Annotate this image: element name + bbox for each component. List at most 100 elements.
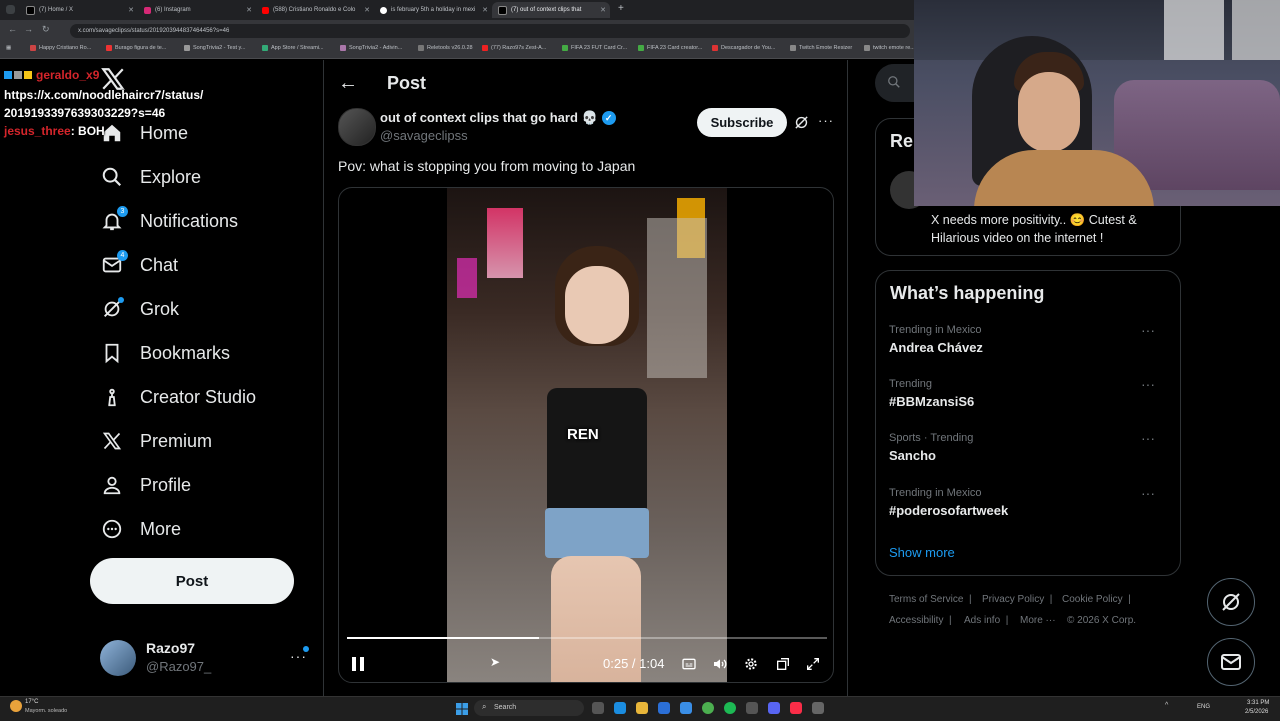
nav-notifications[interactable]: 3 Notifications — [100, 206, 238, 236]
bookmark-item[interactable]: FIFA 23 FUT Card Cr... — [562, 45, 627, 51]
nav-bookmarks[interactable]: Bookmarks — [100, 338, 230, 368]
pause-icon[interactable] — [351, 656, 365, 677]
browser-tab[interactable]: (6) Instagram ✕ — [138, 2, 256, 18]
chat-message: 2019193397639303229?s=46 — [4, 106, 166, 120]
bookmark-item[interactable]: Twitch Emote Resizer — [790, 45, 852, 51]
nav-premium[interactable]: Premium — [100, 426, 212, 456]
browser-tab-active[interactable]: (7) out of context clips that ✕ — [492, 2, 610, 18]
footer-link[interactable]: Terms of Service | — [889, 594, 972, 605]
close-tab-icon[interactable]: ✕ — [482, 6, 488, 14]
close-tab-icon[interactable]: ✕ — [600, 6, 606, 14]
grok-icon — [100, 297, 124, 321]
reload-icon[interactable]: ↻ — [42, 24, 50, 35]
windows-start-icon[interactable] — [456, 702, 468, 720]
nav-grok[interactable]: Grok — [100, 294, 179, 324]
spotify-icon[interactable] — [724, 702, 736, 714]
trend-more-icon[interactable]: ··· — [1141, 485, 1155, 501]
trend-more-icon[interactable]: ··· — [1141, 322, 1155, 338]
bookmark-item[interactable]: SongTrivia2 - Adivin... — [340, 45, 402, 51]
post-more-icon[interactable]: ··· — [818, 113, 834, 128]
footer-more-link[interactable]: More ··· — [1020, 615, 1056, 626]
trend-more-icon[interactable]: ··· — [1141, 376, 1155, 392]
taskbar-search-input[interactable]: Search — [474, 700, 584, 716]
bookmark-item[interactable]: twitch emote re... — [864, 45, 915, 51]
messages-fab-button[interactable] — [1207, 638, 1255, 686]
clock-date[interactable]: 2/5/2026 — [1245, 709, 1268, 715]
new-tab-button[interactable]: + — [618, 3, 624, 14]
nav-explore[interactable]: Explore — [100, 162, 201, 192]
trend-item[interactable]: Trending in Mexico Andrea Chávez ··· — [889, 322, 1169, 355]
avatar[interactable] — [100, 640, 136, 676]
nav-creator-studio[interactable]: Creator Studio — [100, 382, 256, 412]
footer-link[interactable]: Accessibility | — [889, 615, 952, 626]
trend-item[interactable]: Trending in Mexico #poderosofartweek ··· — [889, 485, 1169, 518]
stream-chat-overlay: geraldo_x9 https://x.com/noodlehaircr7/s… — [4, 68, 203, 138]
nav-more[interactable]: More — [100, 514, 181, 544]
back-icon[interactable]: ← — [8, 24, 17, 34]
author-avatar[interactable] — [338, 108, 376, 146]
show-more-link[interactable]: Show more — [889, 545, 955, 560]
video-progress-track[interactable] — [347, 637, 827, 639]
grok-icon[interactable] — [793, 114, 810, 136]
footer-link[interactable]: Privacy Policy | — [982, 594, 1052, 605]
grok-fab-button[interactable] — [1207, 578, 1255, 626]
chat-badge-icon — [14, 71, 22, 79]
chat-badge-icon — [4, 71, 12, 79]
close-tab-icon[interactable]: ✕ — [246, 6, 252, 14]
video-player[interactable]: REN 0:25 / 1:04 — [338, 187, 834, 683]
footer-link[interactable]: Cookie Policy | — [1062, 594, 1131, 605]
apps-icon[interactable]: ▦ — [6, 45, 11, 51]
task-view-icon[interactable] — [592, 702, 604, 714]
grok-icon — [1222, 593, 1240, 611]
tab-search-icon[interactable] — [6, 5, 15, 14]
bookmark-item[interactable]: Burago figura de te... — [106, 45, 166, 51]
obs-icon[interactable] — [746, 702, 758, 714]
tray-chevron-icon[interactable]: ^ — [1165, 702, 1168, 709]
bookmark-item[interactable]: App Store / Streami... — [262, 45, 324, 51]
fullscreen-icon[interactable] — [805, 656, 821, 677]
footer-link[interactable]: Ads info | — [964, 615, 1008, 626]
trend-more-icon[interactable]: ··· — [1141, 430, 1155, 446]
browser-tab[interactable]: (588) Cristiano Ronaldo e Colo ✕ — [256, 2, 374, 18]
browser-tab[interactable]: is february 5th a holiday in mexi ✕ — [374, 2, 492, 18]
bookmark-item[interactable]: Happy Cristiano Ro... — [30, 45, 91, 51]
author-name: out of context clips that go hard 💀 — [380, 110, 598, 125]
close-tab-icon[interactable]: ✕ — [364, 6, 370, 14]
more-circle-icon — [100, 517, 124, 541]
music-app-icon[interactable] — [790, 702, 802, 714]
author-name-row[interactable]: out of context clips that go hard 💀 ✓ — [380, 110, 616, 126]
clock-time[interactable]: 3:31 PM — [1247, 700, 1269, 706]
file-explorer-icon[interactable] — [636, 702, 648, 714]
weather-temp: 17°C — [25, 699, 39, 705]
mail-app-icon[interactable] — [680, 702, 692, 714]
forward-icon[interactable]: → — [24, 24, 33, 34]
pip-icon[interactable] — [775, 656, 791, 677]
nav-profile[interactable]: Profile — [100, 470, 191, 500]
url-input[interactable]: x.com/savageclipss/status/20192039448374… — [70, 24, 910, 38]
post-button[interactable]: Post — [90, 558, 294, 604]
close-tab-icon[interactable]: ✕ — [128, 6, 134, 14]
nav-chat[interactable]: 4 Chat — [100, 250, 178, 280]
bookmark-item[interactable]: (77) Razo97s Zest-A... — [482, 45, 546, 51]
back-arrow-icon[interactable]: ← — [338, 72, 358, 95]
x-logo-icon — [100, 429, 124, 453]
bookmark-item[interactable]: Descargador de You... — [712, 45, 775, 51]
volume-icon[interactable] — [711, 656, 729, 677]
subscribe-button[interactable]: Subscribe — [697, 108, 787, 137]
settings-gear-icon[interactable] — [743, 656, 759, 677]
discord-icon[interactable] — [768, 702, 780, 714]
bookmark-item[interactable]: SongTrivia2 - Test y... — [184, 45, 245, 51]
store-icon[interactable] — [658, 702, 670, 714]
trend-meta: Sports · Trending — [889, 432, 974, 444]
trend-item[interactable]: Trending #BBMzansiS6 ··· — [889, 376, 1169, 409]
browser-tab[interactable]: (7) Home / X ✕ — [20, 2, 138, 18]
language-indicator[interactable]: ENG — [1197, 704, 1210, 710]
edge-icon[interactable] — [614, 702, 626, 714]
bookmark-item[interactable]: Reletools v26.0.28 — [418, 45, 473, 51]
chrome-icon[interactable] — [702, 702, 714, 714]
nav-label: Creator Studio — [140, 386, 257, 407]
app-icon[interactable] — [812, 702, 824, 714]
captions-icon[interactable] — [681, 656, 697, 677]
trend-item[interactable]: Sports · Trending Sancho ··· — [889, 430, 1169, 463]
bookmark-item[interactable]: FIFA 23 Card creator... — [638, 45, 702, 51]
